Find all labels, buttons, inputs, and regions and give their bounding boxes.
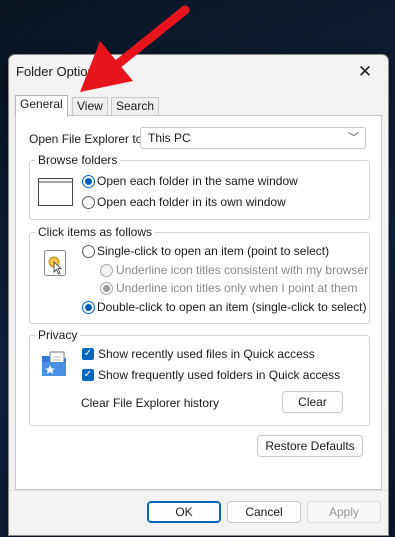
option-same-window-label[interactable]: Open each folder in the same window <box>97 174 298 188</box>
click-items-group: Click items as follows Single-click to o… <box>29 225 370 324</box>
window-preview-icon <box>38 178 73 206</box>
double-click-label[interactable]: Double-click to open an item (single-cli… <box>97 300 366 314</box>
underline-browser-label[interactable]: Underline icon titles consistent with my… <box>116 263 368 277</box>
option-own-window-label[interactable]: Open each folder in its own window <box>97 195 286 209</box>
apply-button[interactable]: Apply <box>307 501 381 523</box>
radio-underline-point[interactable] <box>100 282 113 295</box>
frequent-folders-checkbox[interactable]: ✓ <box>82 369 94 381</box>
radio-single-click[interactable] <box>82 245 95 258</box>
ok-button[interactable]: OK <box>147 501 221 523</box>
clear-history-label: Clear File Explorer history <box>81 396 220 410</box>
recent-files-checkbox[interactable]: ✓ <box>82 348 94 360</box>
radio-underline-browser[interactable] <box>100 264 113 277</box>
chevron-down-icon: ﹀ <box>348 132 359 144</box>
folder-options-dialog: Folder Options ✕ General View Search Ope… <box>8 54 389 536</box>
dialog-footer: OK Cancel Apply <box>9 490 388 535</box>
restore-defaults-button[interactable]: Restore Defaults <box>257 435 363 457</box>
radio-double-click[interactable] <box>82 301 95 314</box>
click-items-title: Click items as follows <box>35 225 156 239</box>
general-panel: Open File Explorer to: This PC ﹀ Browse … <box>15 115 382 490</box>
radio-own-window[interactable] <box>82 196 95 209</box>
frequent-folders-label[interactable]: Show frequently used folders in Quick ac… <box>98 368 340 382</box>
browse-folders-group: Browse folders Open each folder in the s… <box>29 153 370 220</box>
open-explorer-value: This PC <box>148 131 191 145</box>
tab-general[interactable]: General <box>15 95 68 117</box>
open-explorer-dropdown[interactable]: This PC ﹀ <box>140 127 366 149</box>
radio-same-window[interactable] <box>82 175 95 188</box>
cancel-button[interactable]: Cancel <box>227 501 301 523</box>
single-click-label[interactable]: Single-click to open an item (point to s… <box>97 244 329 258</box>
clear-history-button[interactable]: Clear <box>282 391 343 413</box>
privacy-title: Privacy <box>35 328 81 342</box>
quick-access-icon <box>42 351 66 376</box>
open-explorer-label: Open File Explorer to: <box>29 132 146 146</box>
recent-files-label[interactable]: Show recently used files in Quick access <box>98 347 315 361</box>
underline-point-label[interactable]: Underline icon titles only when I point … <box>116 281 357 295</box>
click-pointer-icon <box>44 250 66 276</box>
browse-folders-title: Browse folders <box>35 153 121 167</box>
privacy-group: Privacy ✓ Show recently used files in Qu… <box>29 328 370 426</box>
